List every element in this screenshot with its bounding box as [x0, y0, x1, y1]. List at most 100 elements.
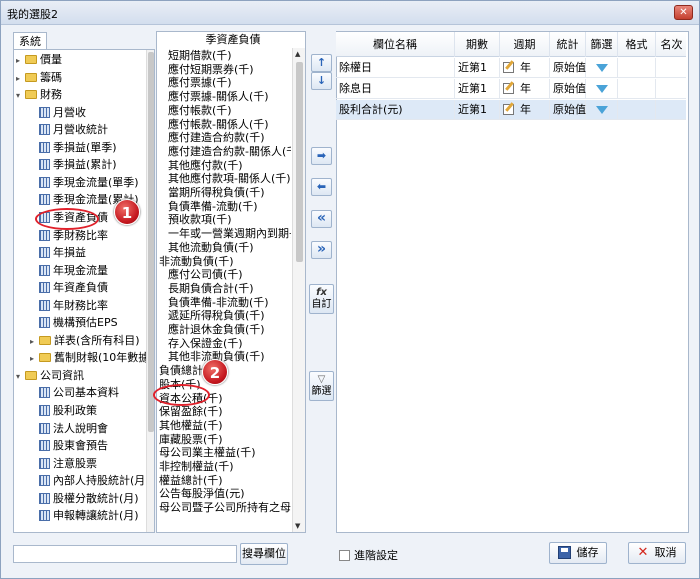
- field-list-item[interactable]: 應付建造合約款(千): [168, 131, 265, 144]
- field-list-item[interactable]: 長期負債合計(千): [168, 282, 254, 295]
- custom-button[interactable]: fx 自訂: [309, 284, 334, 314]
- grid-row[interactable]: 除權日 近第1 年原始值: [336, 58, 686, 78]
- add-field-button[interactable]: ➡: [311, 147, 332, 165]
- tree-item[interactable]: 公司基本資料: [30, 384, 119, 401]
- move-down-button[interactable]: ↓: [311, 72, 332, 90]
- tree-item[interactable]: 季損益(累計): [30, 156, 117, 173]
- field-list-item[interactable]: 存入保證金(千): [168, 337, 243, 350]
- grid-row[interactable]: 除息日 近第1 年原始值: [336, 79, 686, 99]
- tree-item[interactable]: 年現金流量: [30, 262, 108, 279]
- cell-statistic[interactable]: 原始值: [550, 79, 586, 99]
- funnel-icon[interactable]: [596, 106, 608, 114]
- tree-item[interactable]: 申報轉讓統計(月): [30, 507, 139, 524]
- cell-cycle[interactable]: 年: [500, 100, 550, 120]
- field-list-item[interactable]: 非控制權益(千): [159, 460, 234, 473]
- cell-format[interactable]: [618, 58, 656, 78]
- tree-item[interactable]: 年資產負債: [30, 279, 108, 296]
- close-button[interactable]: ✕: [674, 5, 693, 20]
- search-field-button[interactable]: 搜尋欄位: [240, 543, 288, 565]
- field-list-item[interactable]: 權益總計(千): [159, 474, 223, 487]
- field-list-item[interactable]: 其他應付款項-關係人(千): [168, 172, 291, 185]
- cancel-button[interactable]: ✕ 取消: [628, 542, 686, 564]
- tree-item[interactable]: ▸ 舊制財報(10年數據): [30, 349, 154, 366]
- move-up-button[interactable]: ↑: [311, 54, 332, 72]
- field-list-item[interactable]: 負債準備-非流動(千): [168, 296, 269, 309]
- cell-statistic[interactable]: 原始值: [550, 58, 586, 78]
- tree-item[interactable]: 股東會預告: [30, 437, 108, 454]
- tree-item[interactable]: ▾ 公司資訊: [16, 367, 84, 384]
- cell-filter[interactable]: [586, 58, 618, 78]
- cell-cycle[interactable]: 年: [500, 58, 550, 78]
- field-list-item[interactable]: 其他流動負債(千): [168, 241, 254, 254]
- col-format[interactable]: 格式: [618, 32, 656, 57]
- field-list-item[interactable]: 當期所得稅負債(千): [168, 186, 265, 199]
- cell-rank[interactable]: [656, 58, 687, 78]
- tree-item[interactable]: ▸ 詳表(含所有科目): [30, 332, 140, 349]
- cell-field-name[interactable]: 股利合計(元): [336, 100, 455, 120]
- tree-item[interactable]: 年損益: [30, 244, 86, 261]
- cell-rank[interactable]: [656, 79, 687, 99]
- search-input[interactable]: [13, 545, 237, 563]
- field-list-item[interactable]: 母公司暨子公司所持有之母公司: [159, 501, 291, 514]
- grid-row[interactable]: 股利合計(元) 近第1 年原始值: [336, 100, 686, 120]
- tree-item[interactable]: 股權分散統計(月): [30, 490, 139, 507]
- tree-item[interactable]: 季損益(單季): [30, 139, 117, 156]
- field-list-item[interactable]: 負債準備-流動(千): [168, 200, 258, 213]
- field-list-item[interactable]: 一年或一營業週期內到期長期: [168, 227, 291, 240]
- cell-format[interactable]: [618, 100, 656, 120]
- field-list-item[interactable]: 其他權益(千): [159, 419, 223, 432]
- funnel-icon[interactable]: [596, 85, 608, 93]
- col-cycle[interactable]: 週期: [500, 32, 550, 57]
- cell-period[interactable]: 近第1: [455, 100, 514, 120]
- field-list-item[interactable]: 遞延所得稅負債(千): [168, 309, 265, 322]
- expand-toggle-icon[interactable]: ▾: [16, 87, 25, 104]
- cell-statistic[interactable]: 原始值: [550, 100, 586, 120]
- cell-period[interactable]: 近第1: [455, 79, 514, 99]
- field-list-item[interactable]: 應計退休金負債(千): [168, 323, 265, 336]
- tree-item[interactable]: ▾ 財務: [16, 86, 62, 103]
- tree-item[interactable]: 月營收: [30, 104, 86, 121]
- field-list-item[interactable]: 公告每股淨值(元): [159, 487, 245, 500]
- field-list-item[interactable]: 應付建造合約款-關係人(千): [168, 145, 291, 158]
- field-list-item[interactable]: 其他應付款(千): [168, 159, 243, 172]
- col-field-name[interactable]: 欄位名稱: [336, 32, 455, 57]
- field-list-item[interactable]: 應付帳款(千): [168, 104, 232, 117]
- cell-cycle[interactable]: 年: [500, 79, 550, 99]
- col-rank[interactable]: 名次: [656, 32, 687, 57]
- field-list-item[interactable]: 短期借款(千): [168, 49, 232, 62]
- tree-item[interactable]: ▸ 籌碼: [16, 69, 62, 86]
- tab-system[interactable]: 系統: [13, 32, 47, 50]
- tree-item[interactable]: 注意股票: [30, 455, 97, 472]
- funnel-icon[interactable]: [596, 64, 608, 72]
- expand-toggle-icon[interactable]: ▾: [16, 368, 25, 385]
- field-list-item[interactable]: 母公司業主權益(千): [159, 446, 256, 459]
- field-list-item[interactable]: 非流動負債(千): [159, 255, 234, 268]
- tree-item[interactable]: 內部人持股統計(月): [30, 472, 150, 489]
- field-list-item[interactable]: 保留盈餘(千): [159, 405, 223, 418]
- save-button[interactable]: 儲存: [549, 542, 607, 564]
- cell-rank[interactable]: [656, 100, 687, 120]
- field-list-item[interactable]: 應付帳款-關係人(千): [168, 118, 269, 131]
- col-statistic[interactable]: 統計: [550, 32, 586, 57]
- tree-item[interactable]: 股利政策: [30, 402, 97, 419]
- cell-filter[interactable]: [586, 79, 618, 99]
- scroll-down-arrow-icon[interactable]: ▼: [295, 522, 300, 530]
- cell-filter[interactable]: [586, 100, 618, 120]
- field-list-item[interactable]: 應付短期票券(千): [168, 63, 254, 76]
- field-list-scrollbar[interactable]: ▲ ▼: [292, 48, 305, 532]
- field-list-item[interactable]: 應付票據(千): [168, 76, 232, 89]
- tree-item[interactable]: 法人說明會: [30, 420, 108, 437]
- tree-item[interactable]: ▸ 價量: [16, 51, 62, 68]
- field-scroll-thumb[interactable]: [296, 62, 303, 262]
- tree-item[interactable]: 月營收統計: [30, 121, 108, 138]
- advanced-checkbox[interactable]: [339, 550, 350, 561]
- cell-format[interactable]: [618, 79, 656, 99]
- scroll-up-arrow-icon[interactable]: ▲: [295, 50, 300, 58]
- cell-field-name[interactable]: 除權日: [336, 58, 455, 78]
- field-list-item[interactable]: 預收款項(千): [168, 213, 232, 226]
- tree-item[interactable]: 年財務比率: [30, 297, 108, 314]
- col-period-count[interactable]: 期數: [455, 32, 500, 57]
- cell-period[interactable]: 近第1: [455, 58, 514, 78]
- add-all-button[interactable]: »: [311, 241, 332, 259]
- expand-toggle-icon[interactable]: ▸: [16, 70, 25, 87]
